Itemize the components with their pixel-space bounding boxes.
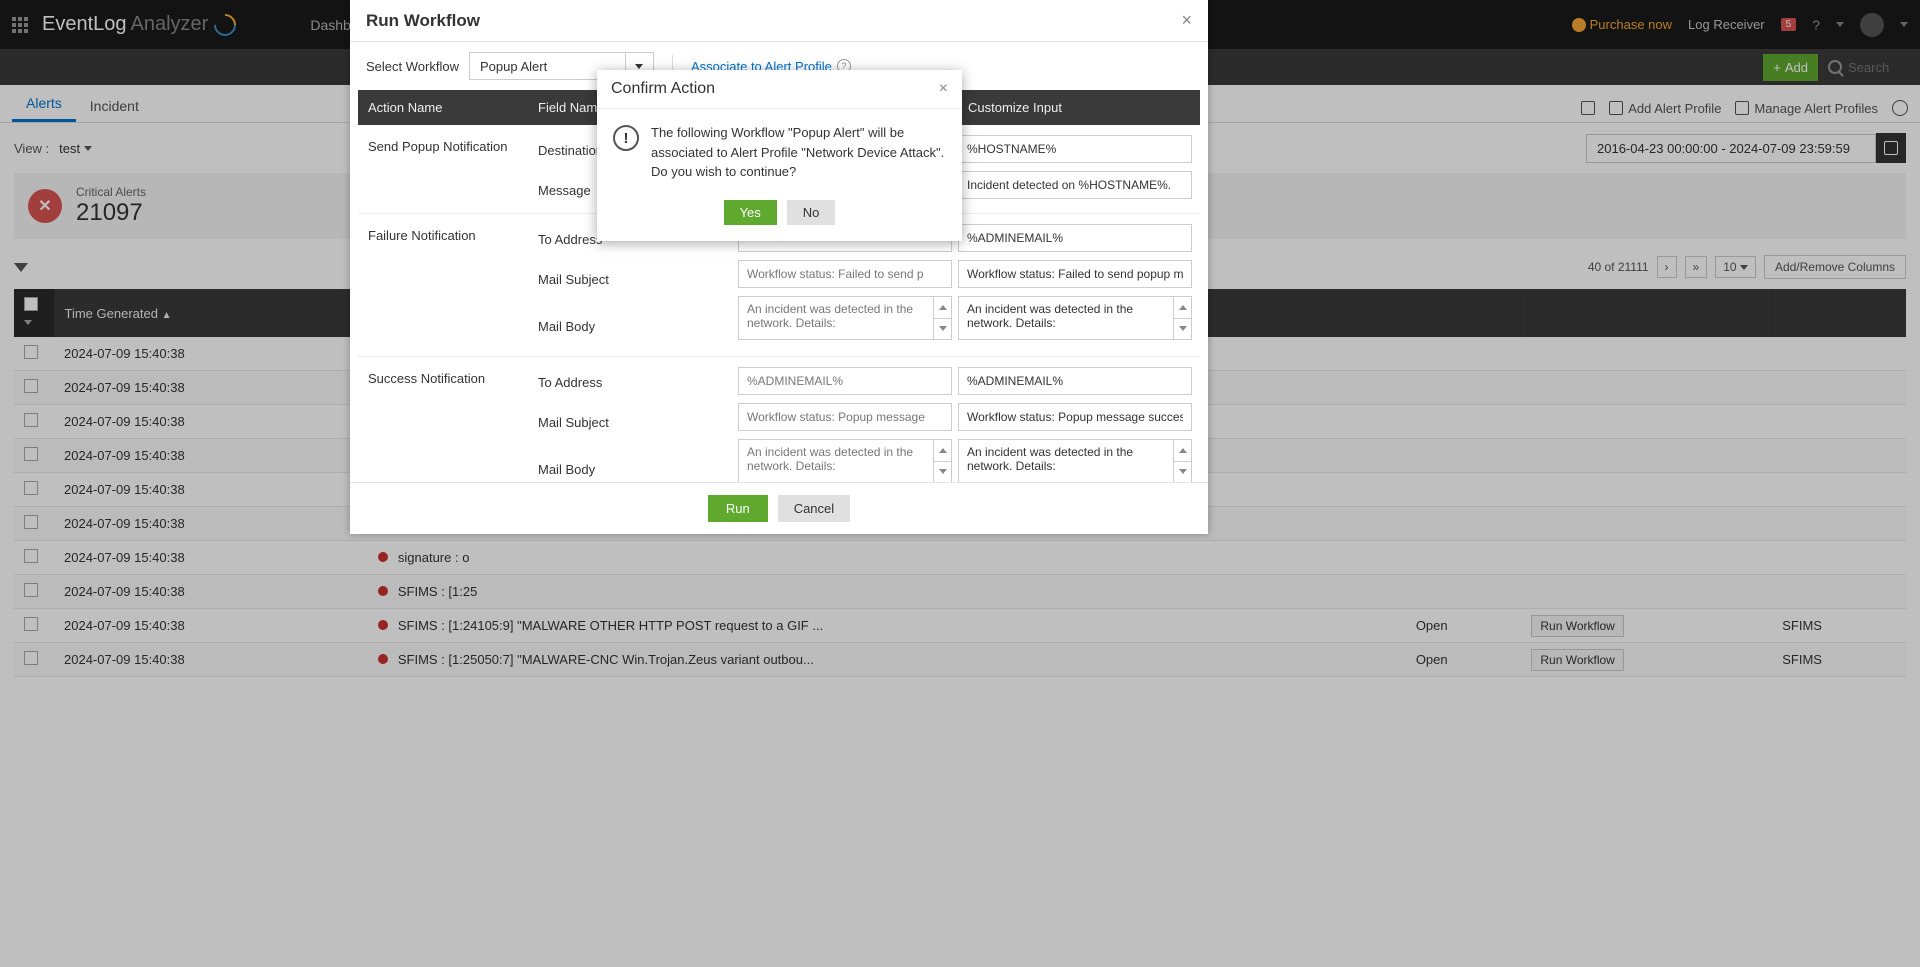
- custom-textarea[interactable]: An incident was detected in the network.…: [959, 440, 1173, 482]
- workflow-action-row: Success NotificationTo Address Mail Subje…: [358, 363, 1200, 482]
- default-textarea[interactable]: An incident was detected in the network.…: [739, 440, 933, 482]
- custom-textarea-wrap: An incident was detected in the network.…: [958, 296, 1192, 340]
- chevron-up-icon: [939, 448, 947, 453]
- field-label: Mail Body: [528, 447, 738, 482]
- confirm-message: The following Workflow "Popup Alert" wil…: [651, 123, 946, 182]
- field-label: Mail Subject: [528, 407, 738, 437]
- field-label: To Address: [528, 367, 738, 397]
- run-button[interactable]: Run: [708, 495, 768, 522]
- exclamation-icon: !: [613, 125, 639, 151]
- spinner-up[interactable]: [1174, 297, 1191, 319]
- spinner: [1173, 440, 1191, 482]
- select-workflow-label: Select Workflow: [366, 59, 459, 74]
- no-button[interactable]: No: [787, 200, 836, 225]
- workflow-close-icon[interactable]: ×: [1181, 10, 1192, 31]
- workflow-header: Run Workflow ×: [350, 0, 1208, 42]
- chevron-up-icon: [1179, 305, 1187, 310]
- custom-input[interactable]: [958, 403, 1192, 431]
- confirm-body: ! The following Workflow "Popup Alert" w…: [597, 109, 962, 194]
- confirm-close-icon[interactable]: ×: [939, 80, 948, 98]
- field-label: Mail Subject: [528, 264, 738, 294]
- custom-input[interactable]: [958, 171, 1192, 199]
- action-name: Send Popup Notification: [358, 131, 528, 205]
- th-custom: Customize Input: [958, 90, 1198, 125]
- confirm-dialog: Confirm Action × ! The following Workflo…: [597, 70, 962, 241]
- chevron-up-icon: [1179, 448, 1187, 453]
- default-input[interactable]: [738, 260, 952, 288]
- confirm-footer: Yes No: [597, 194, 962, 241]
- workflow-footer: Run Cancel: [350, 482, 1208, 534]
- spinner-down[interactable]: [934, 319, 951, 340]
- default-textarea-wrap: An incident was detected in the network.…: [738, 439, 952, 482]
- default-input[interactable]: [738, 367, 952, 395]
- custom-textarea-wrap: An incident was detected in the network.…: [958, 439, 1192, 482]
- custom-textarea[interactable]: An incident was detected in the network.…: [959, 297, 1173, 339]
- custom-inputs: An incident was detected in the network.…: [958, 220, 1198, 348]
- chevron-down-icon: [939, 326, 947, 331]
- field-label: Mail Body: [528, 304, 738, 348]
- action-name: Success Notification: [358, 363, 528, 482]
- workflow-title: Run Workflow: [366, 11, 480, 31]
- spinner-down[interactable]: [1174, 462, 1191, 483]
- custom-input[interactable]: [958, 367, 1192, 395]
- chevron-up-icon: [939, 305, 947, 310]
- spinner-down[interactable]: [1174, 319, 1191, 340]
- default-textarea-wrap: An incident was detected in the network.…: [738, 296, 952, 340]
- default-inputs: An incident was detected in the network.…: [738, 363, 958, 482]
- custom-inputs: [958, 131, 1198, 205]
- default-input[interactable]: [738, 403, 952, 431]
- custom-input[interactable]: [958, 224, 1192, 252]
- spinner-up[interactable]: [1174, 440, 1191, 462]
- custom-input[interactable]: [958, 135, 1192, 163]
- confirm-header: Confirm Action ×: [597, 70, 962, 109]
- workflow-action-row: Failure NotificationTo AddressMail Subje…: [358, 220, 1200, 357]
- default-textarea[interactable]: An incident was detected in the network.…: [739, 297, 933, 339]
- custom-input[interactable]: [958, 260, 1192, 288]
- spinner: [933, 440, 951, 482]
- yes-button[interactable]: Yes: [724, 200, 777, 225]
- spinner-up[interactable]: [934, 440, 951, 462]
- field-labels: To Address Mail Subject Mail Body: [528, 363, 738, 482]
- chevron-down-icon: [1179, 326, 1187, 331]
- spinner-up[interactable]: [934, 297, 951, 319]
- chevron-down-icon: [635, 64, 643, 69]
- cancel-button[interactable]: Cancel: [778, 495, 850, 522]
- custom-inputs: An incident was detected in the network.…: [958, 363, 1198, 482]
- spinner: [933, 297, 951, 339]
- th-action: Action Name: [358, 90, 528, 125]
- chevron-down-icon: [1179, 469, 1187, 474]
- spinner-down[interactable]: [934, 462, 951, 483]
- action-name: Failure Notification: [358, 220, 528, 348]
- spinner: [1173, 297, 1191, 339]
- confirm-title: Confirm Action: [611, 80, 715, 98]
- chevron-down-icon: [939, 469, 947, 474]
